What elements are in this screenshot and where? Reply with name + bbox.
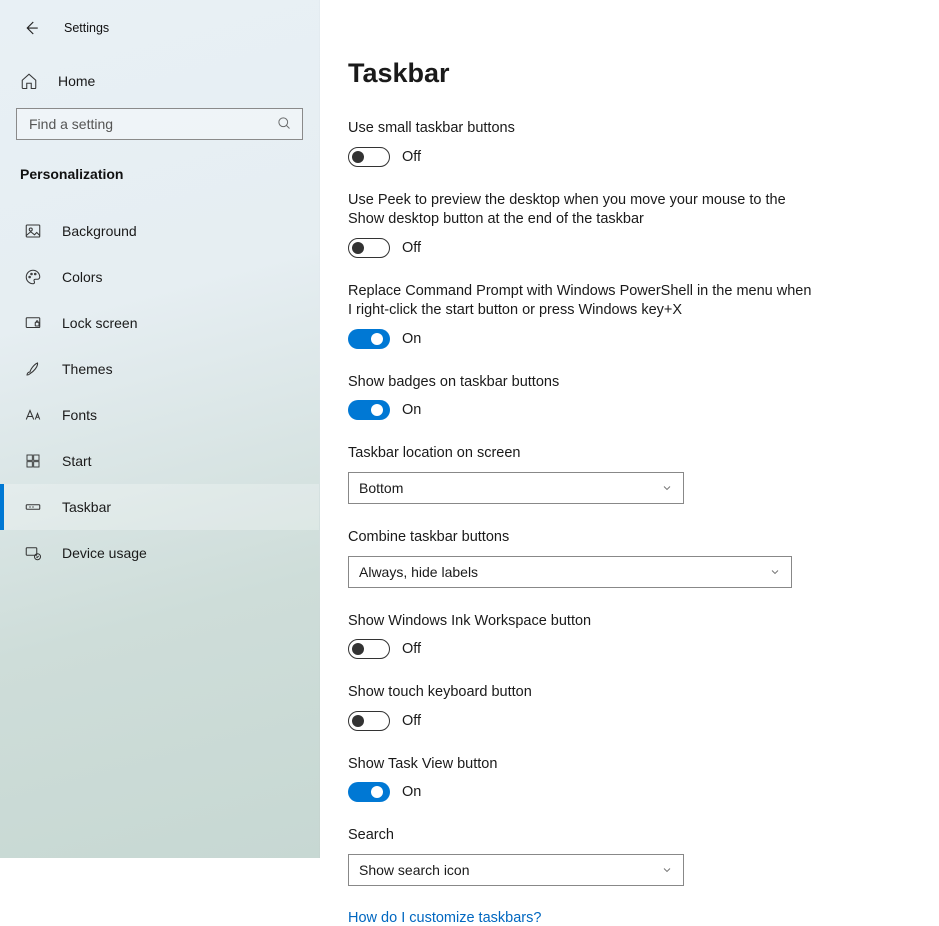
fonts-icon — [24, 406, 42, 424]
home-nav[interactable]: Home — [0, 44, 319, 108]
setting-touch-keyboard: Show touch keyboard button Off — [348, 683, 818, 731]
toggle-state: On — [402, 784, 421, 800]
setting-ink-workspace: Show Windows Ink Workspace button Off — [348, 612, 818, 660]
toggle-state: On — [402, 331, 421, 347]
header-row: Settings — [0, 10, 319, 44]
setting-label: Combine taskbar buttons — [348, 528, 818, 548]
nav-item-background[interactable]: Background — [0, 208, 319, 254]
toggle-small-buttons[interactable] — [348, 147, 390, 167]
page-title: Taskbar — [348, 58, 899, 89]
setting-label: Taskbar location on screen — [348, 444, 818, 464]
setting-label: Search — [348, 826, 818, 846]
nav-item-colors[interactable]: Colors — [0, 254, 319, 300]
dropdown-value: Show search icon — [359, 862, 470, 878]
sidebar: Settings Home Personalization Background — [0, 0, 320, 858]
dropdown-combine-buttons[interactable]: Always, hide labels — [348, 556, 792, 588]
setting-badges: Show badges on taskbar buttons On — [348, 373, 818, 421]
brush-icon — [24, 360, 42, 378]
setting-combine-buttons: Combine taskbar buttons Always, hide lab… — [348, 528, 818, 588]
back-button[interactable] — [20, 17, 42, 39]
search-wrap — [0, 108, 319, 140]
main-content: Taskbar Use small taskbar buttons Off Us… — [320, 0, 939, 858]
nav-label: Fonts — [62, 407, 97, 423]
picture-icon — [24, 222, 42, 240]
nav-label: Colors — [62, 269, 102, 285]
toggle-state: Off — [402, 240, 421, 256]
dropdown-value: Bottom — [359, 480, 403, 496]
setting-label: Show Windows Ink Workspace button — [348, 612, 818, 632]
search-box[interactable] — [16, 108, 303, 140]
nav-item-fonts[interactable]: Fonts — [0, 392, 319, 438]
taskbar-icon — [24, 498, 42, 516]
setting-peek: Use Peek to preview the desktop when you… — [348, 191, 818, 258]
lockscreen-icon — [24, 314, 42, 332]
toggle-peek[interactable] — [348, 238, 390, 258]
dropdown-taskbar-location[interactable]: Bottom — [348, 472, 684, 504]
nav-item-device-usage[interactable]: Device usage — [0, 530, 319, 576]
nav-item-start[interactable]: Start — [0, 438, 319, 484]
search-input[interactable] — [27, 115, 277, 133]
setting-label: Show Task View button — [348, 755, 818, 775]
toggle-state: Off — [402, 149, 421, 165]
nav-label: Device usage — [62, 545, 147, 561]
nav-label: Themes — [62, 361, 113, 377]
home-icon — [20, 72, 38, 90]
nav-list: Background Colors Lock screen Themes Fon — [0, 208, 319, 576]
nav-item-themes[interactable]: Themes — [0, 346, 319, 392]
setting-label: Replace Command Prompt with Windows Powe… — [348, 282, 818, 321]
chevron-down-icon — [769, 566, 781, 578]
toggle-state: Off — [402, 713, 421, 729]
category-header: Personalization — [0, 140, 319, 190]
dropdown-value: Always, hide labels — [359, 564, 478, 580]
setting-label: Show badges on taskbar buttons — [348, 373, 818, 393]
toggle-badges[interactable] — [348, 400, 390, 420]
setting-label: Show touch keyboard button — [348, 683, 818, 703]
toggle-touch-keyboard[interactable] — [348, 711, 390, 731]
toggle-ink-workspace[interactable] — [348, 639, 390, 659]
home-label: Home — [58, 73, 95, 89]
nav-label: Background — [62, 223, 137, 239]
app-title: Settings — [64, 21, 109, 35]
setting-small-buttons: Use small taskbar buttons Off — [348, 119, 818, 167]
dropdown-search[interactable]: Show search icon — [348, 854, 684, 886]
nav-label: Start — [62, 453, 92, 469]
nav-item-lockscreen[interactable]: Lock screen — [0, 300, 319, 346]
chevron-down-icon — [661, 864, 673, 876]
palette-icon — [24, 268, 42, 286]
device-usage-icon — [24, 544, 42, 562]
toggle-powershell[interactable] — [348, 329, 390, 349]
search-icon — [277, 116, 292, 132]
setting-taskbar-location: Taskbar location on screen Bottom — [348, 444, 818, 504]
setting-powershell: Replace Command Prompt with Windows Powe… — [348, 282, 818, 349]
nav-label: Taskbar — [62, 499, 111, 515]
setting-label: Use Peek to preview the desktop when you… — [348, 191, 818, 230]
help-link[interactable]: How do I customize taskbars? — [348, 910, 899, 926]
setting-label: Use small taskbar buttons — [348, 119, 818, 139]
nav-item-taskbar[interactable]: Taskbar — [0, 484, 319, 530]
setting-task-view: Show Task View button On — [348, 755, 818, 803]
start-icon — [24, 452, 42, 470]
setting-search: Search Show search icon — [348, 826, 818, 886]
back-arrow-icon — [22, 19, 40, 37]
toggle-state: Off — [402, 641, 421, 657]
toggle-task-view[interactable] — [348, 782, 390, 802]
chevron-down-icon — [661, 482, 673, 494]
toggle-state: On — [402, 402, 421, 418]
nav-label: Lock screen — [62, 315, 137, 331]
